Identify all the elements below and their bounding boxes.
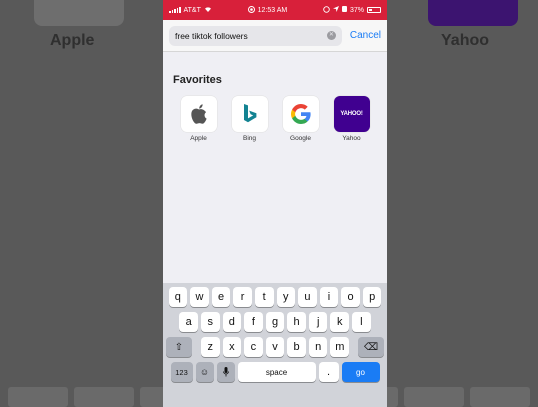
- favorites-grid: Apple Bing Google YAHOO! Yahoo: [173, 96, 377, 142]
- favorite-apple-label: Apple: [190, 135, 207, 142]
- key-i[interactable]: i: [319, 287, 339, 307]
- background-apple-tile: [34, 0, 124, 26]
- key-p[interactable]: p: [362, 287, 382, 307]
- key-u[interactable]: u: [298, 287, 317, 307]
- yahoo-logo-icon: YAHOO!: [333, 96, 370, 132]
- key-a[interactable]: a: [179, 312, 198, 332]
- favorites-section: Favorites Apple Bing Google YAHOO! Yahoo: [163, 52, 387, 142]
- keyboard: qwertyuiop asdfghjkl ⇧ zxcvbnm ⌫ 123 ☺ s…: [163, 283, 387, 407]
- background-apple-label: Apple: [50, 32, 95, 49]
- key-v[interactable]: v: [265, 337, 285, 357]
- cancel-button[interactable]: Cancel: [350, 30, 381, 41]
- battery-percent: 37%: [349, 6, 364, 14]
- key-c[interactable]: c: [244, 337, 263, 357]
- favorite-google[interactable]: Google: [275, 96, 326, 142]
- location-icon: [332, 6, 339, 14]
- status-bar: AT&T 12:53 AM 37%: [163, 0, 387, 20]
- keyboard-row-2: asdfghjkl: [166, 312, 384, 332]
- keyboard-row-4: 123 ☺ space . go: [166, 362, 384, 382]
- key-w[interactable]: w: [190, 287, 209, 307]
- key-h[interactable]: h: [287, 312, 306, 332]
- bing-logo-icon: [231, 96, 268, 132]
- key-f[interactable]: f: [244, 312, 263, 332]
- key-k[interactable]: k: [330, 312, 350, 332]
- phone-screen: AT&T 12:53 AM 37% free tiktok followers …: [163, 0, 387, 407]
- key-z[interactable]: z: [200, 337, 220, 357]
- signal-icon: [169, 7, 181, 13]
- keyboard-row-1: qwertyuiop: [166, 287, 384, 307]
- keyboard-row-3: ⇧ zxcvbnm ⌫: [166, 337, 384, 357]
- key-r[interactable]: r: [233, 287, 252, 307]
- key-s[interactable]: s: [200, 312, 220, 332]
- backspace-key[interactable]: ⌫: [358, 337, 384, 357]
- key-m[interactable]: m: [330, 337, 350, 357]
- emoji-key[interactable]: ☺: [195, 362, 214, 382]
- key-x[interactable]: x: [222, 337, 242, 357]
- space-key[interactable]: space: [237, 362, 316, 382]
- clear-icon[interactable]: ✕: [326, 31, 336, 40]
- status-center: 12:53 AM: [247, 5, 288, 15]
- carrier-name: AT&T: [183, 6, 201, 14]
- key-g[interactable]: g: [265, 312, 285, 332]
- status-time: 12:53 AM: [257, 6, 288, 14]
- key-j[interactable]: j: [308, 312, 328, 332]
- keyboard-row-3-letters: zxcvbnm: [200, 337, 350, 357]
- search-input[interactable]: [175, 30, 327, 41]
- key-b[interactable]: b: [287, 337, 306, 357]
- status-left: AT&T: [169, 6, 212, 14]
- key-n[interactable]: n: [308, 337, 328, 357]
- key-q[interactable]: q: [168, 287, 188, 307]
- numbers-key[interactable]: 123: [170, 362, 193, 382]
- key-d[interactable]: d: [222, 312, 242, 332]
- key-e[interactable]: e: [211, 287, 231, 307]
- microphone-icon: [222, 367, 229, 377]
- favorite-apple[interactable]: Apple: [173, 96, 224, 142]
- background-yahoo-tile: [428, 0, 518, 26]
- google-logo-icon: [282, 96, 319, 132]
- search-field[interactable]: ✕: [169, 25, 342, 46]
- favorite-yahoo[interactable]: YAHOO! Yahoo: [326, 96, 377, 142]
- search-bar: ✕ Cancel: [163, 20, 387, 52]
- favorite-yahoo-label: Yahoo: [342, 135, 361, 142]
- go-key[interactable]: go: [341, 362, 380, 382]
- favorites-title: Favorites: [173, 74, 222, 86]
- shift-key[interactable]: ⇧: [166, 337, 192, 357]
- period-key[interactable]: .: [318, 362, 339, 382]
- favorite-google-label: Google: [290, 135, 311, 142]
- key-o[interactable]: o: [341, 287, 360, 307]
- wifi-icon: [204, 6, 212, 14]
- orientation-lock-icon: [323, 5, 330, 15]
- status-right: 37%: [323, 5, 381, 15]
- recording-icon: [247, 5, 255, 15]
- favorite-bing-label: Bing: [242, 135, 256, 142]
- key-y[interactable]: y: [276, 287, 296, 307]
- microphone-key[interactable]: [216, 362, 235, 382]
- battery-icon: [367, 7, 381, 13]
- key-t[interactable]: t: [254, 287, 274, 307]
- apple-logo-icon: [180, 96, 217, 132]
- favorite-bing[interactable]: Bing: [224, 96, 275, 142]
- alarm-icon: [341, 6, 347, 14]
- background-yahoo-label: Yahoo: [441, 32, 490, 49]
- key-l[interactable]: l: [352, 312, 371, 332]
